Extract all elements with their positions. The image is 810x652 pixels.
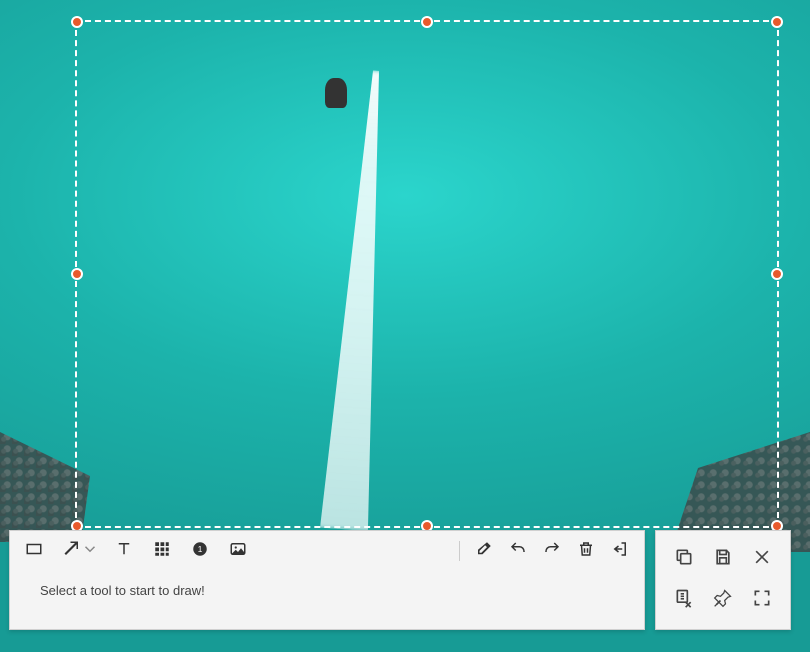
rectangle-tool-button[interactable] <box>24 541 44 561</box>
arrow-icon <box>63 540 81 563</box>
chevron-down-icon <box>81 540 99 563</box>
copy-icon <box>674 547 694 572</box>
save-button[interactable] <box>711 548 735 572</box>
undo-icon <box>509 540 527 563</box>
undo-button[interactable] <box>508 541 528 561</box>
mosaic-tool-button[interactable] <box>152 541 172 561</box>
resize-handle-mid-right[interactable] <box>771 268 783 280</box>
mosaic-icon <box>153 540 171 563</box>
resize-handle-top-mid[interactable] <box>421 16 433 28</box>
fullscreen-button[interactable] <box>750 589 774 613</box>
hint-text: Select a tool to start to draw! <box>10 571 644 610</box>
svg-text:1: 1 <box>198 545 203 554</box>
text-tool-button[interactable] <box>114 541 134 561</box>
exit-button[interactable] <box>610 541 630 561</box>
pin-button[interactable] <box>711 589 735 613</box>
text-icon <box>115 540 133 563</box>
edit-icon <box>674 588 694 613</box>
arrow-tool-dropdown[interactable] <box>84 541 96 561</box>
trash-icon <box>577 540 595 563</box>
action-panel <box>655 530 791 630</box>
arrow-tool-button[interactable] <box>62 541 82 561</box>
pin-icon <box>713 588 733 613</box>
resize-handle-top-right[interactable] <box>771 16 783 28</box>
eraser-icon <box>475 540 493 563</box>
redo-icon <box>543 540 561 563</box>
save-icon <box>713 547 733 572</box>
toolbar-row: 1 <box>10 531 644 571</box>
redo-button[interactable] <box>542 541 562 561</box>
toolbar-separator <box>459 541 460 561</box>
delete-button[interactable] <box>576 541 596 561</box>
resize-handle-mid-left[interactable] <box>71 268 83 280</box>
counter-icon: 1 <box>191 540 209 563</box>
close-icon <box>752 547 772 572</box>
fullscreen-icon <box>752 588 772 613</box>
boat <box>325 78 347 108</box>
counter-tool-button[interactable]: 1 <box>190 541 210 561</box>
image-tool-button[interactable] <box>228 541 248 561</box>
image-icon <box>229 540 247 563</box>
exit-icon <box>611 540 629 563</box>
annotation-toolbar: 1 <box>9 530 645 630</box>
rectangle-icon <box>25 540 43 563</box>
resize-handle-top-left[interactable] <box>71 16 83 28</box>
copy-button[interactable] <box>672 548 696 572</box>
edit-button[interactable] <box>672 589 696 613</box>
close-button[interactable] <box>750 548 774 572</box>
eraser-button[interactable] <box>474 541 494 561</box>
